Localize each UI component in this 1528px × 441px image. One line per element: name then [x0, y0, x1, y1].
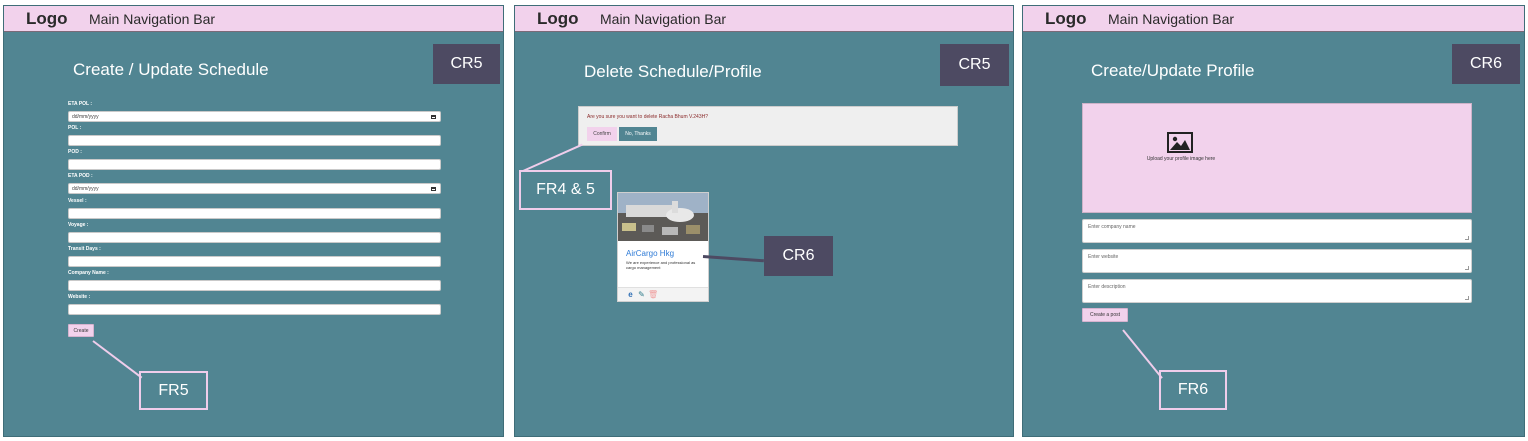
website-label: Website :: [68, 294, 91, 300]
main-navigation-bar: Logo Main Navigation Bar: [4, 6, 503, 32]
card-title[interactable]: AirCargo Hkg: [626, 249, 674, 258]
cr5-tag: CR5: [940, 44, 1009, 86]
cr6-tag: CR6: [1452, 44, 1520, 84]
image-icon: [1167, 132, 1193, 153]
nav-title: Main Navigation Bar: [600, 10, 727, 27]
page-title: Create/Update Profile: [1091, 61, 1255, 80]
vessel-label: Vessel :: [68, 198, 87, 204]
transit-days-input[interactable]: [68, 256, 441, 267]
upload-text: Upload your profile image here: [1146, 156, 1216, 162]
website-placeholder: Enter website: [1088, 254, 1119, 260]
main-navigation-bar: Logo Main Navigation Bar: [1023, 6, 1524, 32]
fr5-annotation: FR5: [139, 371, 208, 410]
logo[interactable]: Logo: [537, 9, 600, 29]
voyage-label: Voyage :: [68, 222, 89, 228]
delete-confirm-dialog: Are you sure you want to delete Racha Bh…: [578, 106, 958, 146]
eta-pol-label: ETA POL :: [68, 101, 93, 107]
pol-label: POL :: [68, 125, 82, 131]
ie-icon[interactable]: e: [626, 290, 635, 299]
cr5-tag: CR5: [433, 44, 500, 84]
calendar-icon[interactable]: [431, 115, 436, 119]
edit-icon[interactable]: ✎: [637, 290, 646, 299]
company-name-placeholder: Enter company name: [1088, 224, 1136, 230]
pol-input[interactable]: [68, 135, 441, 146]
wireframe-stage: Logo Main Navigation Bar Create / Update…: [0, 0, 1528, 441]
annotation-connector: [1122, 329, 1163, 379]
create-post-button[interactable]: Create a post: [1082, 308, 1128, 322]
transit-days-label: Transit Days :: [68, 246, 101, 252]
calendar-icon[interactable]: [431, 187, 436, 191]
cr6-annotation: CR6: [764, 236, 833, 276]
airport-image: [618, 193, 708, 241]
pod-label: POD :: [68, 149, 82, 155]
card-description: We are experience and professional as ca…: [626, 260, 696, 270]
company-name-input[interactable]: [68, 280, 441, 291]
voyage-input[interactable]: [68, 232, 441, 243]
description-placeholder: Enter description: [1088, 284, 1126, 290]
page-title: Create / Update Schedule: [73, 60, 269, 79]
resize-handle[interactable]: [1465, 236, 1469, 240]
website-input[interactable]: [68, 304, 441, 315]
eta-pod-input[interactable]: dd/mm/yyyy: [68, 183, 441, 194]
vessel-input[interactable]: [68, 208, 441, 219]
page-title: Delete Schedule/Profile: [584, 62, 762, 81]
create-schedule-panel: Logo Main Navigation Bar Create / Update…: [3, 5, 504, 437]
eta-pod-value: dd/mm/yyyy: [72, 185, 99, 192]
eta-pol-value: dd/mm/yyyy: [72, 113, 99, 120]
fr6-annotation: FR6: [1159, 370, 1227, 410]
company-name-textarea[interactable]: Enter company name: [1082, 219, 1472, 243]
profile-image-upload[interactable]: Upload your profile image here: [1082, 103, 1472, 213]
annotation-connector: [522, 143, 583, 172]
pod-input[interactable]: [68, 159, 441, 170]
annotation-connector: [92, 340, 143, 379]
main-navigation-bar: Logo Main Navigation Bar: [515, 6, 1013, 32]
company-profile-card[interactable]: AirCargo Hkg We are experience and profe…: [617, 192, 709, 302]
no-thanks-button[interactable]: No, Thanks: [619, 127, 657, 141]
nav-title: Main Navigation Bar: [1108, 10, 1235, 27]
eta-pol-input[interactable]: dd/mm/yyyy: [68, 111, 441, 122]
website-textarea[interactable]: Enter website: [1082, 249, 1472, 273]
delete-schedule-panel: Logo Main Navigation Bar Delete Schedule…: [514, 5, 1014, 437]
logo[interactable]: Logo: [1045, 9, 1108, 29]
create-button[interactable]: Create: [68, 324, 94, 337]
eta-pod-label: ETA POD :: [68, 173, 93, 179]
card-actions: e ✎ 🗑: [618, 287, 708, 301]
company-name-label: Company Name :: [68, 270, 109, 276]
create-profile-panel: Logo Main Navigation Bar Create/Update P…: [1022, 5, 1525, 437]
logo[interactable]: Logo: [26, 9, 89, 29]
resize-handle[interactable]: [1465, 266, 1469, 270]
fr4-5-annotation: FR4 & 5: [519, 170, 612, 210]
description-textarea[interactable]: Enter description: [1082, 279, 1472, 303]
resize-handle[interactable]: [1465, 296, 1469, 300]
annotation-connector: [702, 255, 764, 263]
confirm-button[interactable]: Confirm: [587, 127, 617, 141]
nav-title: Main Navigation Bar: [89, 10, 216, 27]
dialog-message: Are you sure you want to delete Racha Bh…: [587, 114, 709, 120]
trash-icon[interactable]: 🗑: [648, 290, 658, 299]
